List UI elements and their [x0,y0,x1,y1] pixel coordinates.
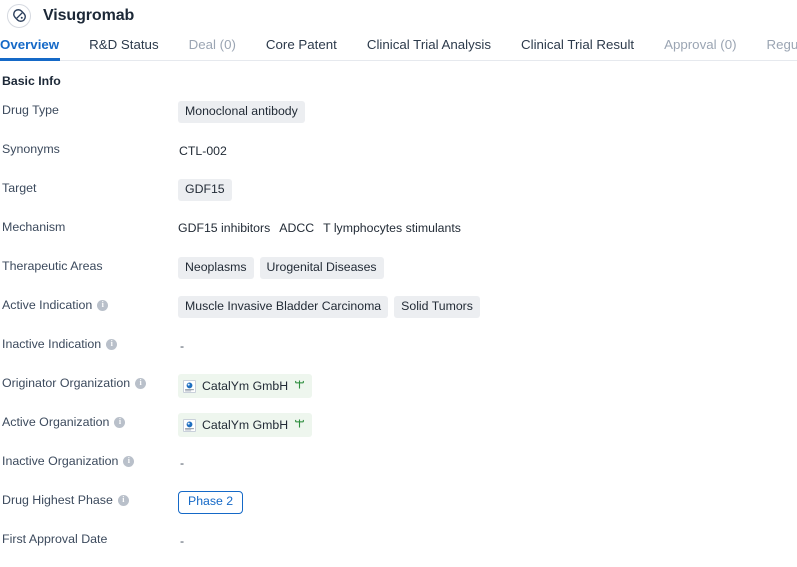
field-value-therapeutic-areas: Neoplasms Urogenital Diseases [178,255,797,279]
field-value-synonyms: CTL-002 [178,138,797,159]
field-label-text: Drug Highest Phase [2,493,113,507]
tab-core-patent[interactable]: Core Patent [266,37,337,60]
field-value-mechanism: GDF15 inhibitors ADCC T lymphocytes stim… [178,216,797,236]
drug-avatar [7,3,31,28]
value-chip[interactable]: Monoclonal antibody [178,101,305,123]
field-row: Mechanism GDF15 inhibitors ADCC T lympho… [0,216,797,255]
organization-chip[interactable]: CatalYm GmbH [178,413,313,437]
value-chip[interactable]: Solid Tumors [394,296,480,318]
field-value-target: GDF15 [178,177,797,201]
field-label-text: Originator Organization [2,376,131,390]
field-label-text: First Approval Date [2,532,108,546]
value-text: CTL-002 [179,144,227,158]
field-value-inactive-indication: - [178,333,797,354]
tab-approval[interactable]: Approval (0) [664,37,736,60]
info-icon[interactable]: i [97,299,109,311]
field-label-active-indication: Active Indication i [0,294,178,313]
field-label-mechanism: Mechanism [0,216,178,235]
tab-overview[interactable]: Overview [0,37,61,62]
field-label-inactive-organization: Inactive Organization i [0,450,178,469]
value-chip[interactable]: Neoplasms [178,257,254,279]
field-row: Drug Type Monoclonal antibody [0,99,797,138]
section-title-basic-info: Basic Info [2,74,61,88]
tab-clinical-trial-analysis[interactable]: Clinical Trial Analysis [367,37,491,60]
info-icon[interactable]: i [123,455,135,467]
phase-badge[interactable]: Phase 2 [178,491,244,514]
field-label-target: Target [0,177,178,196]
mechanism-item: GDF15 inhibitors [178,221,271,235]
field-value-drug-type: Monoclonal antibody [178,99,797,123]
capsule-pill-icon [12,8,27,23]
field-value-active-organization: CatalYm GmbH [178,411,797,437]
field-row: First Approval Date - [0,528,797,567]
info-icon[interactable]: i [106,338,118,350]
value-chip[interactable]: GDF15 [178,179,232,201]
mechanism-list: GDF15 inhibitors ADCC T lymphocytes stim… [178,219,461,235]
mechanism-item: ADCC [279,221,315,235]
field-value-originator-organization: CatalYm GmbH [178,372,797,398]
page-header: Visugromab [0,0,797,31]
field-label-text: Therapeutic Areas [2,259,103,273]
tab-clinical-trial-result[interactable]: Clinical Trial Result [521,37,634,60]
field-label-text: Active Indication [2,298,93,312]
field-value-first-approval-date: - [178,528,797,549]
field-label-text: Synonyms [2,142,60,156]
field-row: Active Organization i CatalYm GmbH [0,411,797,450]
organization-chip[interactable]: CatalYm GmbH [178,374,313,398]
tab-rd-status[interactable]: R&D Status [89,37,158,60]
company-logo-icon [183,418,196,432]
field-value-inactive-organization: - [178,450,797,471]
field-label-active-organization: Active Organization i [0,411,178,430]
info-icon[interactable]: i [114,416,126,428]
empty-value: - [180,456,185,470]
tab-bar: Overview R&D Status Deal (0) Core Patent… [0,31,797,62]
value-chip[interactable]: Muscle Invasive Bladder Carcinoma [178,296,389,318]
field-row: Originator Organization i CatalYm GmbH [0,372,797,411]
field-label-drug-type: Drug Type [0,99,178,118]
company-logo-icon [183,379,196,393]
empty-value: - [180,534,185,548]
field-label-therapeutic-areas: Therapeutic Areas [0,255,178,274]
info-icon[interactable]: i [135,377,147,389]
field-row: Inactive Organization i - [0,450,797,489]
organization-name: CatalYm GmbH [202,418,289,432]
field-label-text: Inactive Indication [2,337,102,351]
page-title: Visugromab [43,6,135,24]
field-row: Active Indication i Muscle Invasive Blad… [0,294,797,333]
field-row: Target GDF15 [0,177,797,216]
overview-panel: Basic Info Drug Type Monoclonal antibody… [0,61,797,567]
field-row: Synonyms CTL-002 [0,138,797,177]
field-label-text: Active Organization [2,415,110,429]
mechanism-item: T lymphocytes stimulants [323,221,461,235]
field-value-active-indication: Muscle Invasive Bladder Carcinoma Solid … [178,294,797,318]
field-label-synonyms: Synonyms [0,138,178,157]
field-label-text: Drug Type [2,103,59,117]
field-label-text: Target [2,181,37,195]
field-label-text: Mechanism [2,220,66,234]
field-label-drug-highest-phase: Drug Highest Phase i [0,489,178,508]
field-label-originator-organization: Originator Organization i [0,372,178,391]
tab-regulation[interactable]: Regulation (0) [767,37,797,60]
field-value-drug-highest-phase: Phase 2 [178,489,797,514]
value-chip[interactable]: Urogenital Diseases [259,257,384,279]
field-row: Drug Highest Phase i Phase 2 [0,489,797,528]
info-icon[interactable]: i [117,494,129,506]
field-label-first-approval-date: First Approval Date [0,528,178,547]
org-tree-icon[interactable] [294,377,305,395]
field-label-inactive-indication: Inactive Indication i [0,333,178,352]
field-row: Therapeutic Areas Neoplasms Urogenital D… [0,255,797,294]
field-label-text: Inactive Organization [2,454,119,468]
org-tree-icon[interactable] [294,416,305,434]
tab-deal[interactable]: Deal (0) [189,37,236,60]
field-row: Inactive Indication i - [0,333,797,372]
organization-name: CatalYm GmbH [202,379,289,393]
empty-value: - [180,339,185,353]
